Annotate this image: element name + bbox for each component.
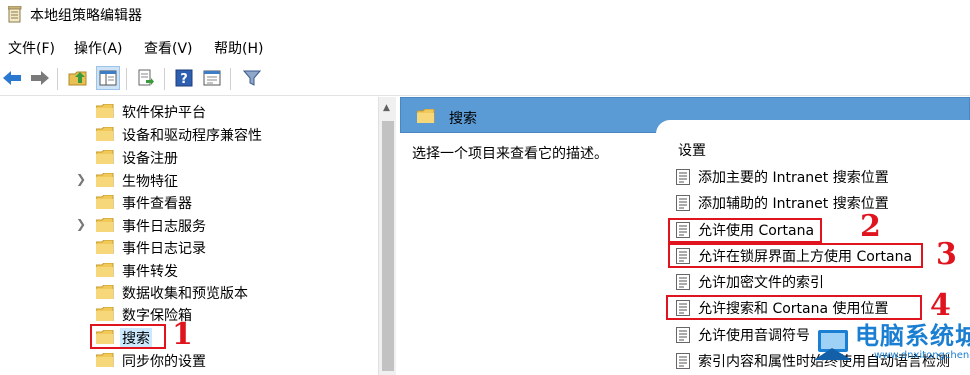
folder-icon: [96, 218, 114, 232]
annotation-number-3: 3: [936, 237, 957, 272]
chevron-right-icon[interactable]: ❯: [76, 218, 86, 230]
watermark-logo: [814, 330, 852, 360]
menu-action[interactable]: 操作(A): [74, 38, 123, 58]
menu-help[interactable]: 帮助(H): [214, 38, 263, 58]
tree-item[interactable]: ❯ 事件日志服务: [0, 214, 378, 236]
watermark-url: www.dnxitongcheng.com: [874, 350, 970, 361]
toolbar-separator: [126, 68, 127, 90]
folder-icon: [417, 109, 435, 123]
export-list-icon[interactable]: [134, 66, 158, 90]
window-title: 本地组策略编辑器: [30, 8, 142, 24]
policy-editor-icon: [8, 6, 22, 23]
tree-item[interactable]: 设备注册: [0, 146, 378, 168]
toolbar: ?: [0, 60, 970, 96]
tree-item-label: 软件保护平台: [122, 105, 206, 121]
back-arrow-icon[interactable]: [0, 66, 24, 90]
setting-label: 允许加密文件的索引: [698, 275, 824, 291]
tree-item-label: 设备和驱动程序兼容性: [122, 128, 262, 144]
show-hide-tree-icon[interactable]: [96, 66, 120, 90]
description-text: 选择一个项目来查看它的描述。: [412, 146, 608, 162]
properties-icon[interactable]: [200, 66, 224, 90]
menu-file[interactable]: 文件(F): [8, 38, 55, 58]
folder-icon: [96, 150, 114, 164]
tree-item[interactable]: 数据收集和预览版本: [0, 281, 378, 303]
title-bar: 本地组策略编辑器: [0, 0, 970, 30]
folder-icon: [96, 104, 114, 118]
settings-tab-edge: [656, 120, 970, 140]
chevron-right-icon[interactable]: ❯: [76, 173, 86, 185]
tree-item[interactable]: 事件日志记录: [0, 236, 378, 258]
toolbar-separator: [230, 68, 231, 90]
folder-icon: [96, 173, 114, 187]
up-folder-icon[interactable]: [66, 66, 90, 90]
annotation-number-2: 2: [860, 209, 881, 244]
tree-item-label: 设备注册: [122, 151, 178, 167]
tree-item[interactable]: 事件转发: [0, 259, 378, 281]
annotation-number-1: 1: [172, 317, 193, 352]
tree-item-label: 数据收集和预览版本: [122, 286, 248, 302]
tree-item[interactable]: 事件查看器: [0, 191, 378, 213]
menu-view[interactable]: 查看(V): [144, 38, 193, 58]
help-icon[interactable]: ?: [172, 66, 196, 90]
tree-item-label: 事件转发: [122, 264, 178, 280]
forward-arrow-icon[interactable]: [28, 66, 52, 90]
tree-scrollbar[interactable]: ▲: [378, 97, 396, 375]
setting-row[interactable]: 允许加密文件的索引: [676, 270, 970, 294]
menu-bar: 文件(F) 操作(A) 查看(V) 帮助(H): [0, 34, 970, 58]
tree-item-label: 事件查看器: [122, 196, 192, 212]
setting-label: 添加主要的 Intranet 搜索位置: [698, 170, 889, 186]
tree-item-label: 事件日志记录: [122, 241, 206, 257]
tree-item-label: 同步你的设置: [122, 354, 206, 370]
site-watermark: 电脑系统城 www.dnxitongcheng.com: [808, 316, 970, 375]
policy-setting-icon: [676, 274, 690, 290]
policy-setting-icon: [676, 195, 690, 211]
folder-icon: [96, 127, 114, 141]
annotation-box-2: [668, 218, 822, 243]
setting-row[interactable]: 添加辅助的 Intranet 搜索位置: [676, 191, 970, 215]
setting-row[interactable]: 添加主要的 Intranet 搜索位置: [676, 165, 970, 189]
settings-column-header[interactable]: 设置: [678, 140, 706, 160]
details-header: 搜索: [400, 97, 970, 140]
filter-icon[interactable]: [240, 66, 264, 90]
annotation-box-1: [90, 324, 166, 349]
policy-setting-icon: [676, 169, 690, 185]
policy-setting-icon: [676, 353, 690, 369]
tree-item[interactable]: 设备和驱动程序兼容性: [0, 123, 378, 145]
folder-icon: [96, 263, 114, 277]
tree-item-label: 生物特征: [122, 174, 178, 190]
policy-setting-icon: [676, 327, 690, 343]
annotation-box-3: [668, 243, 923, 268]
watermark-brand: 电脑系统城: [855, 322, 970, 350]
folder-icon: [96, 285, 114, 299]
tree-item-label: 事件日志服务: [122, 219, 206, 235]
toolbar-separator: [164, 68, 165, 90]
tree-item[interactable]: ❯ 生物特征: [0, 169, 378, 191]
details-header-title: 搜索: [449, 111, 477, 127]
scroll-up-arrow-icon[interactable]: ▲: [383, 103, 390, 113]
folder-icon: [96, 353, 114, 367]
folder-icon: [96, 240, 114, 254]
folder-icon: [96, 195, 114, 209]
tree-item[interactable]: 软件保护平台: [0, 100, 378, 122]
setting-label: 允许使用音调符号: [698, 328, 810, 344]
tree-item[interactable]: 同步你的设置: [0, 349, 378, 371]
toolbar-separator: [57, 68, 58, 90]
folder-icon: [96, 307, 114, 321]
svg-text:?: ?: [180, 72, 188, 87]
scrollbar-thumb[interactable]: [382, 121, 394, 371]
